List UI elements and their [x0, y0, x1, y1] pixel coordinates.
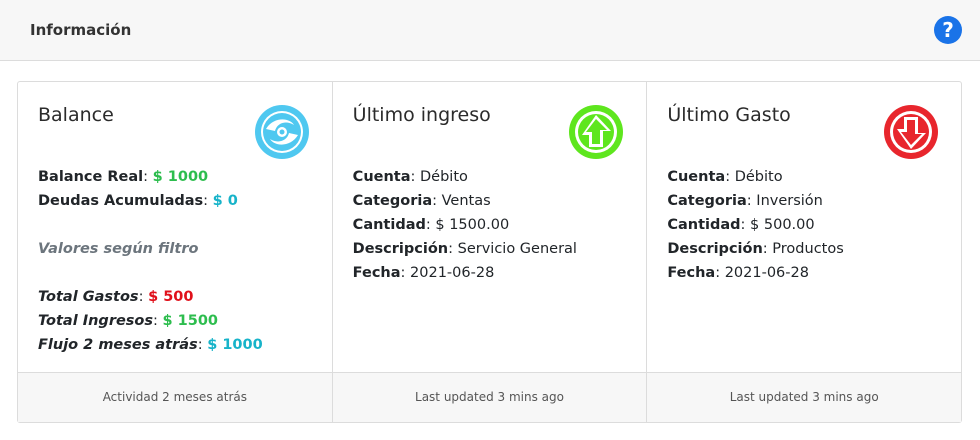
row-label: Categoria	[352, 193, 433, 209]
flujo-row: Flujo 2 meses atrás: $ 1000	[38, 337, 263, 353]
row-label: Cantidad	[352, 217, 426, 233]
detail-row: Categoria: Ventas	[352, 193, 491, 209]
detail-row: Fecha: 2021-06-28	[352, 265, 495, 281]
last-income-card: Último ingreso Cuenta: Débito Categoria:…	[332, 82, 648, 422]
total-ingresos-row: Total Ingresos: $ 1500	[38, 313, 219, 329]
row-value: Ventas	[441, 193, 491, 209]
row-value: Inversión	[756, 193, 823, 209]
row-value: 2021-06-28	[410, 265, 495, 281]
balance-title: Balance	[38, 104, 114, 126]
row-label: Flujo 2 meses atrás	[38, 337, 198, 353]
balance-body: Balance Real: $ 1000 Deudas Acumuladas: …	[38, 165, 263, 357]
row-value: Servicio General	[457, 241, 577, 257]
arrow-up-circle-icon	[569, 105, 624, 159]
panel-header: Información ?	[0, 0, 980, 61]
balance-card: Balance Balance Real: $ 1000 Deudas Acum…	[18, 82, 333, 422]
row-value: $ 500	[148, 289, 194, 305]
row-label: Descripción	[667, 241, 763, 257]
last-expense-title: Último Gasto	[667, 104, 791, 126]
row-value: $ 1500.00	[435, 217, 510, 233]
row-value: $ 1000	[207, 337, 263, 353]
info-cards: Balance Balance Real: $ 1000 Deudas Acum…	[17, 81, 962, 423]
detail-row: Categoria: Inversión	[667, 193, 823, 209]
detail-row: Descripción: Productos	[667, 241, 844, 257]
row-value: $ 1500	[162, 313, 219, 329]
row-label: Categoria	[667, 193, 747, 209]
balance-footer: Actividad 2 meses atrás	[18, 372, 332, 422]
row-label: Cantidad	[667, 217, 741, 233]
detail-row: Cantidad: $ 1500.00	[352, 217, 510, 233]
row-value: Débito	[420, 169, 468, 185]
detail-row: Fecha: 2021-06-28	[667, 265, 809, 281]
row-value: Débito	[734, 169, 783, 185]
last-income-footer: Last updated 3 mins ago	[332, 372, 647, 422]
detail-row: Cuenta: Débito	[667, 169, 783, 185]
panel-title: Información	[30, 21, 132, 39]
row-value: $ 500.00	[750, 217, 815, 233]
row-value: $ 1000	[152, 169, 209, 185]
row-value: 2021-06-28	[724, 265, 809, 281]
row-label: Total Ingresos	[38, 313, 154, 329]
row-value: $ 0	[212, 193, 238, 209]
last-income-title: Último ingreso	[352, 104, 491, 126]
row-label: Deudas Acumuladas	[38, 193, 204, 209]
row-label: Balance Real	[38, 169, 144, 185]
last-expense-body: Cuenta: Débito Categoria: Inversión Cant…	[667, 165, 843, 285]
row-label: Fecha	[667, 265, 716, 281]
deudas-row: Deudas Acumuladas: $ 0	[38, 193, 238, 209]
total-gastos-row: Total Gastos: $ 500	[38, 289, 194, 305]
detail-row: Cantidad: $ 500.00	[667, 217, 815, 233]
detail-row: Cuenta: Débito	[352, 169, 468, 185]
help-icon[interactable]: ?	[934, 16, 962, 44]
last-expense-card: Último Gasto Cuenta: Débito Categoria: I…	[647, 82, 962, 422]
last-income-body: Cuenta: Débito Categoria: Ventas Cantida…	[353, 165, 577, 285]
row-label: Descripción	[352, 241, 449, 257]
arrow-down-circle-icon	[884, 105, 939, 159]
last-expense-footer: Last updated 3 mins ago	[647, 372, 962, 422]
row-value: Productos	[772, 241, 844, 257]
hurricane-icon	[254, 105, 309, 159]
row-label: Total Gastos	[38, 289, 139, 305]
row-label: Fecha	[352, 265, 401, 281]
row-label: Cuenta	[667, 169, 726, 185]
detail-row: Descripción: Servicio General	[352, 241, 577, 257]
balance-real-row: Balance Real: $ 1000	[38, 169, 209, 185]
row-label: Cuenta	[352, 169, 411, 185]
filter-label: Valores según filtro	[38, 241, 199, 257]
